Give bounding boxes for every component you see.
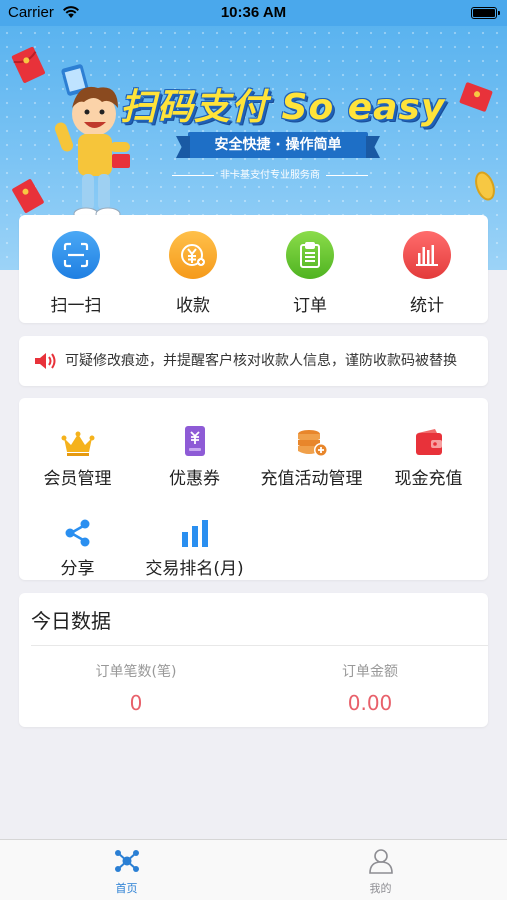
crown-icon — [19, 422, 136, 458]
order-count-stat[interactable]: 订单笔数(笔) 0 — [19, 661, 253, 715]
notice-text: 可疑修改痕迹，并提醒客户核对收款人信息，谨防收款码被替换 — [65, 353, 457, 369]
share-button[interactable]: 分享 — [19, 512, 136, 579]
share-icon — [19, 512, 136, 548]
scan-icon — [52, 231, 100, 279]
red-envelope-icon — [12, 179, 44, 213]
scan-label: 扫一扫 — [50, 296, 102, 316]
statistics-button[interactable]: 统计 — [377, 231, 477, 316]
statistics-label: 统计 — [410, 296, 444, 316]
tab-mine[interactable]: 我的 — [254, 848, 507, 896]
bar-stats-icon — [403, 231, 451, 279]
gold-coin-icon — [475, 171, 495, 201]
scan-button[interactable]: 扫一扫 — [26, 231, 126, 316]
member-management-button[interactable]: 会员管理 — [19, 422, 136, 489]
cash-recharge-button[interactable]: 现金充值 — [370, 422, 487, 489]
cash-recharge-label: 现金充值 — [394, 469, 463, 489]
clipboard-icon — [286, 231, 334, 279]
order-count-label: 订单笔数(笔) — [95, 664, 177, 680]
clock: 10:36 AM — [220, 4, 287, 21]
recharge-activity-label: 充值活动管理 — [260, 469, 363, 489]
red-envelope-icon — [11, 46, 45, 83]
receive-payment-button[interactable]: 收款 — [143, 231, 243, 316]
speaker-icon — [35, 353, 56, 369]
transaction-ranking-label: 交易排名(月) — [145, 559, 244, 579]
coupon-icon — [136, 422, 253, 458]
recharge-activity-button[interactable]: 充值活动管理 — [253, 422, 370, 489]
yuan-coin-icon — [169, 231, 217, 279]
red-envelope-icon — [459, 82, 493, 112]
order-count-value: 0 — [129, 691, 143, 715]
order-amount-label: 订单金额 — [342, 664, 398, 680]
banner-subtitle: 非卡基支付专业服务商 — [150, 166, 390, 181]
today-data-title: 今日数据 — [31, 609, 111, 633]
tab-home-label: 首页 — [115, 882, 138, 895]
feature-grid: 会员管理 优惠券 充值活动管理 现金充值 分享 交易排名(月) — [19, 398, 488, 580]
status-bar: Carrier 10:36 AM — [0, 0, 507, 26]
orders-label: 订单 — [293, 296, 327, 316]
order-amount-value: 0.00 — [347, 691, 393, 715]
coupon-button[interactable]: 优惠券 — [136, 422, 253, 489]
battery-icon — [471, 7, 500, 19]
divider — [31, 645, 488, 646]
member-management-label: 会员管理 — [43, 469, 112, 489]
tab-mine-label: 我的 — [369, 882, 392, 895]
quick-actions-card: 扫一扫 收款 订单 统计 — [19, 215, 488, 323]
person-icon — [368, 849, 393, 874]
today-data-card: 今日数据 订单笔数(笔) 0 订单金额 0.00 — [19, 593, 488, 727]
wallet-icon — [370, 422, 487, 458]
tab-home[interactable]: 首页 — [0, 848, 253, 896]
share-label: 分享 — [60, 559, 95, 579]
transaction-ranking-button[interactable]: 交易排名(月) — [136, 512, 253, 579]
orders-button[interactable]: 订单 — [260, 231, 360, 316]
bottom-tab-bar: 首页 我的 — [0, 839, 507, 900]
banner-headline: 扫码支付 So easy — [120, 87, 446, 128]
notice-bar[interactable]: 可疑修改痕迹，并提醒客户核对收款人信息，谨防收款码被替换 — [19, 336, 488, 386]
home-network-icon — [114, 850, 139, 872]
receive-payment-label: 收款 — [176, 296, 210, 316]
coupon-label: 优惠券 — [169, 469, 220, 489]
coin-stack-add-icon — [253, 422, 370, 458]
order-amount-stat[interactable]: 订单金额 0.00 — [253, 661, 487, 715]
ranking-bars-icon — [136, 512, 253, 548]
banner-ribbon: 安全快捷 · 操作简单 — [188, 132, 368, 158]
